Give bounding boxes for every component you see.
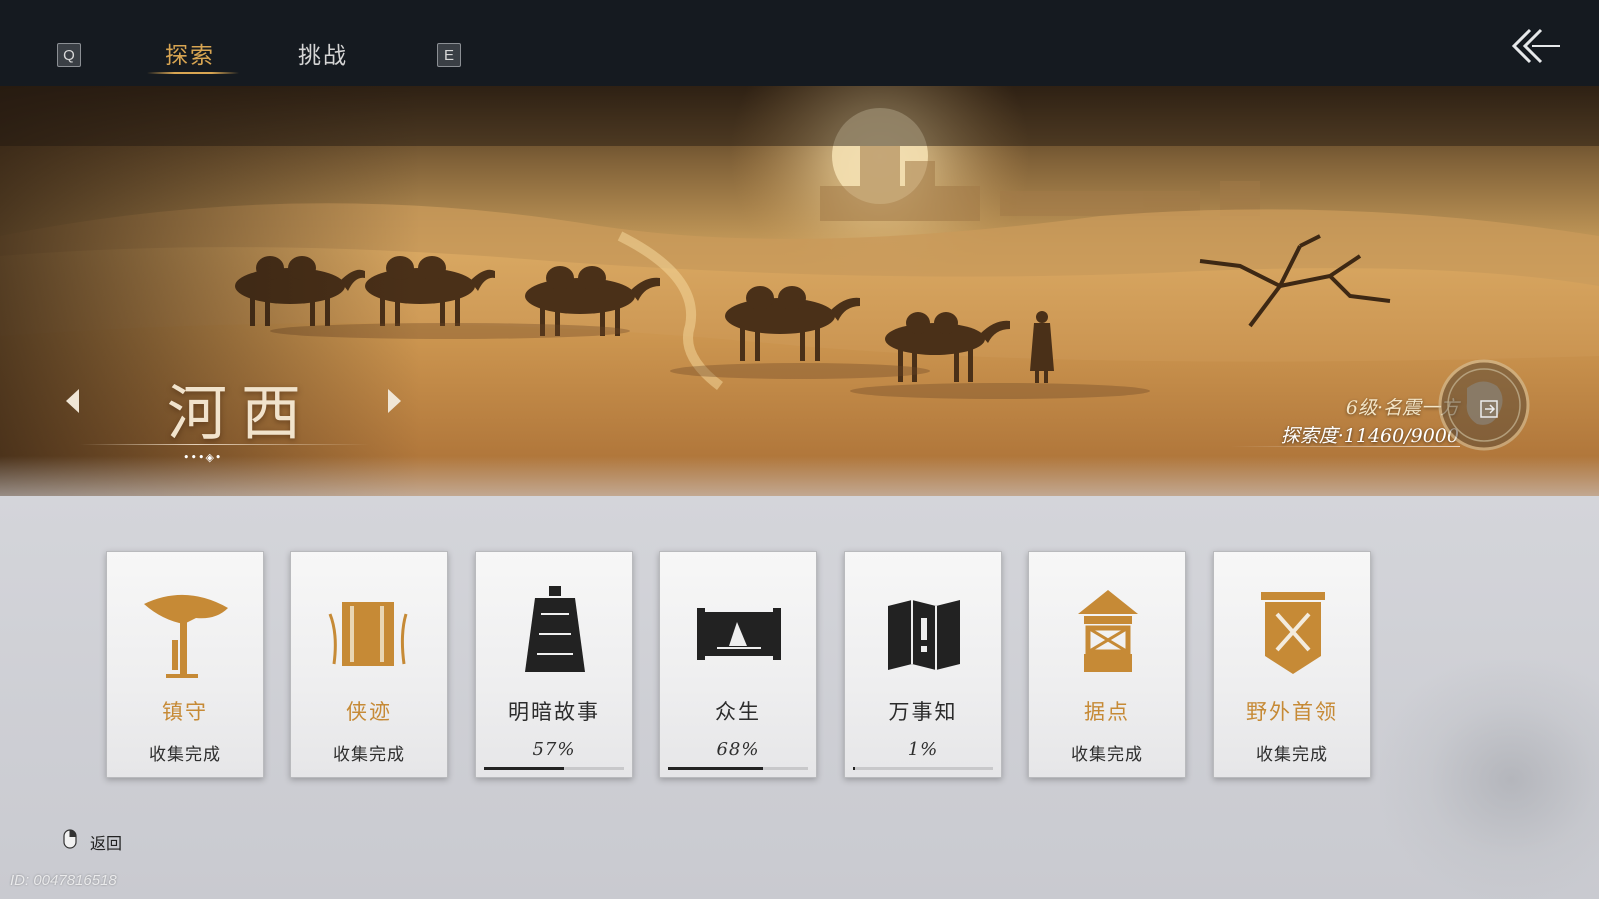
top-bar: Q 探索 挑战 E [0, 0, 1599, 86]
bell-icon [525, 586, 585, 672]
card-title: 万事知 [888, 700, 958, 724]
bamboo-hat-icon [144, 594, 228, 678]
progress-bar [668, 767, 808, 770]
region-map-emblem-icon[interactable] [1437, 358, 1531, 452]
region-name-divider [80, 444, 370, 445]
card-hero-traces[interactable]: 侠迹 收集完成 [290, 551, 448, 778]
card-status: 收集完成 [1071, 745, 1143, 765]
progress-bar [484, 767, 624, 770]
next-region-arrow[interactable] [388, 389, 401, 413]
card-hidden-stories[interactable]: 明暗故事 57% [475, 551, 633, 778]
user-id: ID: 0047816518 [10, 872, 117, 889]
card-status: 收集完成 [1256, 745, 1328, 765]
card-title: 野外首领 [1246, 700, 1338, 724]
card-guard[interactable]: 镇守 收集完成 [106, 551, 264, 778]
card-title: 侠迹 [346, 700, 392, 724]
card-status: 收集完成 [149, 745, 221, 765]
card-all-knowledge[interactable]: 万事知 1% [844, 551, 1002, 778]
card-title: 明暗故事 [508, 700, 600, 724]
card-status: 1% [907, 739, 939, 760]
progress-fill [668, 767, 764, 770]
q-key-hint[interactable]: Q [57, 43, 81, 67]
folded-map-question-icon [888, 600, 960, 670]
e-key-hint[interactable]: E [437, 43, 461, 67]
previous-region-arrow[interactable] [66, 389, 79, 413]
card-status: 收集完成 [333, 745, 405, 765]
mouse-right-click-icon [63, 829, 77, 849]
card-field-bosses[interactable]: 野外首领 收集完成 [1213, 551, 1371, 778]
card-status: 57% [532, 739, 576, 760]
bamboo-scroll-icon [328, 602, 408, 666]
tab-explore[interactable]: 探索 [165, 36, 215, 70]
card-title: 众生 [715, 700, 761, 724]
crossed-swords-banner-icon [1261, 592, 1325, 674]
banner-bottom-fade [0, 456, 1599, 496]
double-chevron-left-icon[interactable] [1510, 26, 1562, 66]
card-strongholds[interactable]: 据点 收集完成 [1028, 551, 1186, 778]
background-mist [1380, 660, 1599, 899]
region-page-dots: •••◈• [183, 451, 223, 464]
progress-fill [853, 767, 856, 770]
card-all-beings[interactable]: 众生 68% [659, 551, 817, 778]
level-divider [1230, 446, 1460, 447]
active-tab-underline [147, 72, 239, 74]
back-button[interactable]: 返回 [90, 830, 122, 854]
exploration-score: 探索度·11460/9000 [1280, 425, 1459, 447]
progress-fill [484, 767, 564, 770]
tab-challenge[interactable]: 挑战 [298, 36, 348, 70]
watchtower-icon [1078, 590, 1138, 672]
card-status: 68% [716, 739, 760, 760]
region-name: 河西 [167, 379, 315, 449]
progress-bar [853, 767, 993, 770]
card-title: 据点 [1084, 700, 1130, 724]
card-title: 镇守 [162, 700, 208, 724]
painting-scroll-icon [697, 608, 781, 660]
